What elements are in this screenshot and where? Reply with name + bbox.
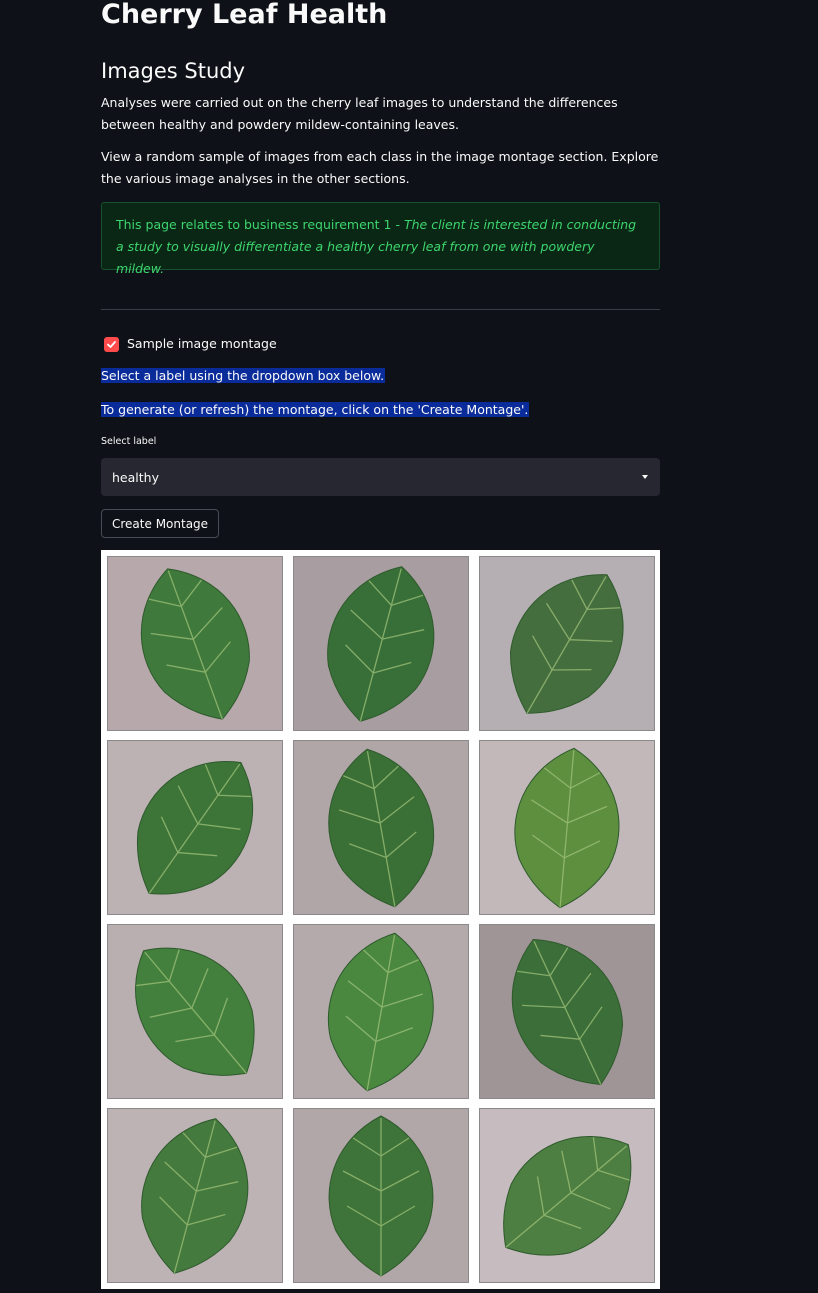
montage-leaf-image — [479, 740, 655, 915]
montage-leaf-image — [479, 924, 655, 1099]
montage-leaf-image — [479, 556, 655, 731]
chevron-down-icon[interactable] — [642, 475, 648, 479]
intro-paragraph: Analyses were carried out on the cherry … — [101, 95, 618, 132]
section-title: Images Study — [101, 59, 246, 83]
divider — [101, 309, 660, 310]
montage-leaf-image — [107, 556, 283, 731]
image-montage — [101, 550, 660, 1289]
montage-leaf-image — [293, 740, 469, 915]
info-alert: This page relates to business requiremen… — [101, 202, 660, 276]
montage-leaf-image — [293, 556, 469, 731]
montage-leaf-image — [107, 924, 283, 1099]
montage-paragraph: View a random sample of images from each… — [101, 149, 659, 186]
label-select-value: healthy — [112, 469, 159, 485]
instruction-select-label: Select a label using the dropdown box be… — [101, 366, 386, 386]
checkbox-label: Sample image montage — [127, 336, 277, 351]
montage-leaf-image — [293, 1108, 469, 1283]
select-label-caption: Select label — [101, 436, 157, 447]
check-icon[interactable] — [104, 336, 119, 352]
montage-leaf-image — [479, 1108, 655, 1283]
page-title: Cherry Leaf Health — [101, 0, 388, 30]
instruction-create-montage-text: To generate (or refresh) the montage, cl… — [101, 402, 530, 417]
montage-leaf-image — [293, 924, 469, 1099]
info-alert-prefix: This page relates to business requiremen… — [116, 217, 404, 232]
sample-montage-checkbox[interactable]: Sample image montage — [104, 335, 277, 353]
instruction-select-label-text: Select a label using the dropdown box be… — [101, 368, 386, 383]
montage-leaf-image — [107, 1108, 283, 1283]
label-select[interactable]: healthy — [101, 458, 660, 496]
create-montage-button[interactable]: Create Montage — [101, 509, 220, 538]
montage-leaf-image — [107, 740, 283, 915]
instruction-create-montage: To generate (or refresh) the montage, cl… — [101, 400, 530, 420]
